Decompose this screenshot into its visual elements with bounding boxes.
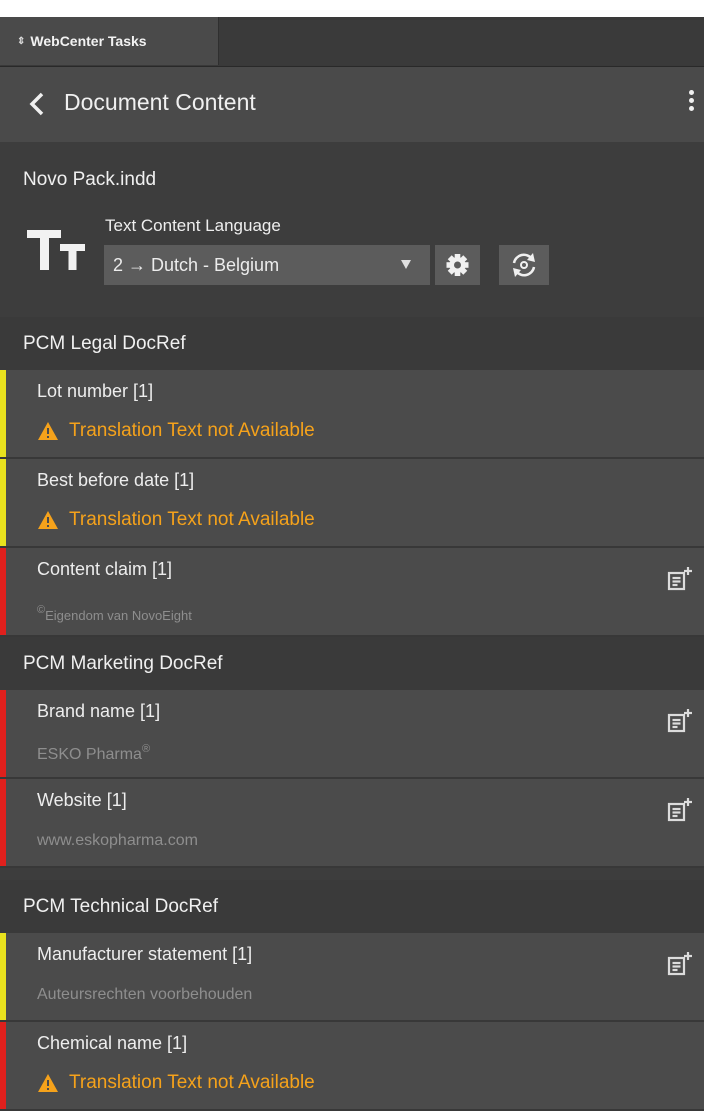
item-value: ©Eigendom van NovoEight <box>37 604 192 623</box>
panel-header: Document Content <box>0 67 704 142</box>
copyright-symbol: © <box>37 604 46 616</box>
item-label: Lot number [1] <box>37 381 154 401</box>
add-note-icon[interactable] <box>667 708 693 734</box>
gear-icon[interactable] <box>435 245 480 285</box>
status-bar-warning <box>0 933 6 1020</box>
status-bar-warning <box>0 370 6 457</box>
item-label: Best before date [1] <box>37 470 195 490</box>
status-bar-warning <box>0 459 6 546</box>
window-top-strip <box>0 0 704 17</box>
dropdown-arrow-icon <box>401 260 411 269</box>
section-header-marketing: PCM Marketing DocRef <box>0 637 704 690</box>
status-bar-required <box>0 690 6 777</box>
status-bar-required <box>0 1022 6 1109</box>
language-select[interactable]: 2 → Dutch - Belgium <box>104 245 430 285</box>
tab-webcenter-tasks[interactable]: ⇕ WebCenter Tasks <box>0 17 219 65</box>
warning-text: Translation Text not Available <box>69 509 315 530</box>
item-label: Brand name [1] <box>37 701 161 721</box>
registered-symbol: ® <box>141 743 151 755</box>
section-header-legal: PCM Legal DocRef <box>0 317 704 370</box>
status-bar-required <box>0 779 6 866</box>
warning-icon <box>38 1074 58 1092</box>
list-item-lot-number[interactable]: Lot number [1] Translation Text not Avai… <box>0 370 704 459</box>
text-content-icon <box>27 230 89 270</box>
list-item-best-before-date[interactable]: Best before date [1] Translation Text no… <box>0 459 704 548</box>
back-chevron-icon[interactable] <box>26 89 48 119</box>
item-value: www.eskopharma.com <box>37 832 198 849</box>
list-item-content-claim[interactable]: Content claim [1] ©Eigendom van NovoEigh… <box>0 548 704 637</box>
status-bar-required <box>0 548 6 635</box>
translation-warning: Translation Text not Available <box>37 1072 315 1094</box>
translation-warning: Translation Text not Available <box>37 509 315 531</box>
updown-icon: ⇕ <box>17 35 26 47</box>
item-value-text: Eigendom van NovoEight <box>45 608 192 623</box>
list-item-chemical-name[interactable]: Chemical name [1] Translation Text not A… <box>0 1022 704 1111</box>
language-label: Text Content Language <box>105 216 281 235</box>
list-item-brand-name[interactable]: Brand name [1] ESKO Pharma® <box>0 690 704 779</box>
tab-bar: ⇕ WebCenter Tasks <box>0 17 704 67</box>
item-label: Website [1] <box>37 790 127 810</box>
tab-label: WebCenter Tasks <box>30 33 147 49</box>
warning-icon <box>38 511 58 529</box>
add-note-icon[interactable] <box>667 566 693 592</box>
item-value: Auteursrechten voorbehouden <box>37 986 253 1003</box>
item-label: Chemical name [1] <box>37 1033 188 1053</box>
list-item-manufacturer-statement[interactable]: Manufacturer statement [1] Auteursrechte… <box>0 933 704 1022</box>
item-label: Content claim [1] <box>37 559 173 579</box>
list-item-website[interactable]: Website [1] www.eskopharma.com <box>0 779 704 868</box>
webcenter-tasks-panel: ⇕ WebCenter Tasks Document Content Novo … <box>0 0 704 1111</box>
item-label: Manufacturer statement [1] <box>37 944 253 964</box>
page-title: Document Content <box>64 89 256 115</box>
sync-refresh-icon[interactable] <box>499 245 549 285</box>
warning-text: Translation Text not Available <box>69 420 315 441</box>
item-value-text: ESKO Pharma <box>37 746 142 763</box>
more-menu-icon[interactable] <box>684 87 698 121</box>
language-select-value: 2 → Dutch - Belgium <box>113 254 280 275</box>
add-note-icon[interactable] <box>667 797 693 823</box>
warning-text: Translation Text not Available <box>69 1072 315 1093</box>
document-info: Novo Pack.indd Text Content Language 2 →… <box>0 142 704 317</box>
document-name: Novo Pack.indd <box>23 169 157 190</box>
warning-icon <box>38 422 58 440</box>
document-content-list: PCM Legal DocRef Lot number [1] Translat… <box>0 317 704 1111</box>
add-note-icon[interactable] <box>667 951 693 977</box>
item-value: ESKO Pharma® <box>37 743 150 764</box>
translation-warning: Translation Text not Available <box>37 420 315 442</box>
section-header-technical: PCM Technical DocRef <box>0 880 704 933</box>
